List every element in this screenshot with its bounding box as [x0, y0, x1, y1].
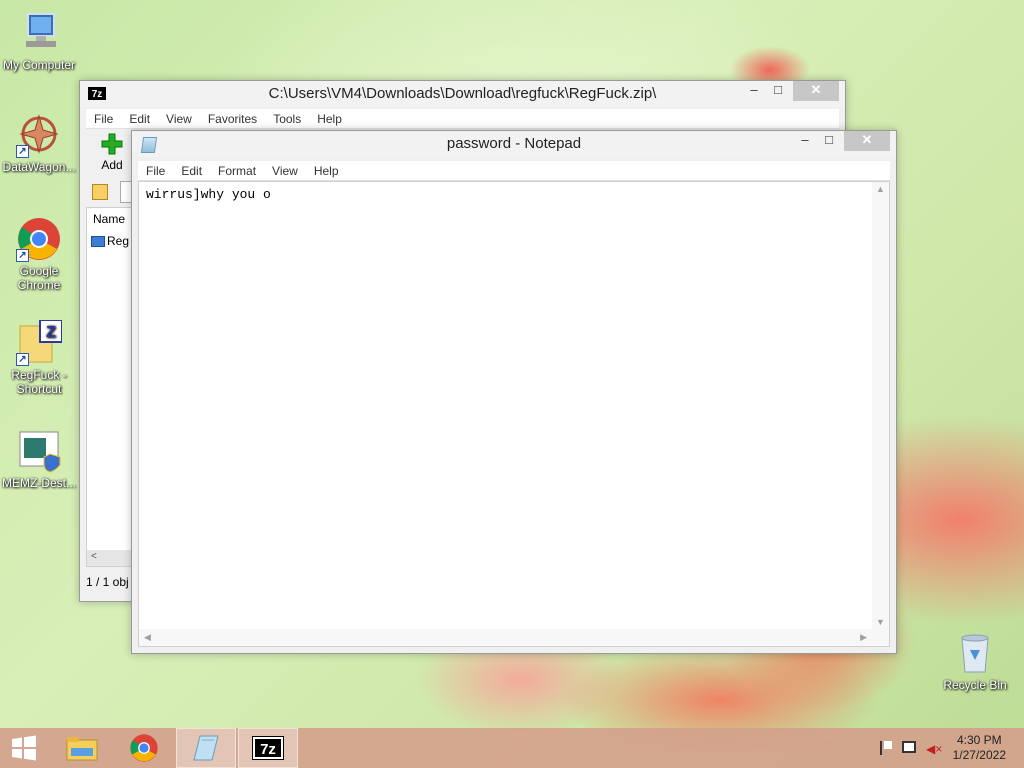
- desktop-icon-chrome[interactable]: ↗ Google Chrome: [0, 216, 78, 292]
- scroll-right-icon[interactable]: ▶: [860, 632, 867, 643]
- taskbar-file-explorer[interactable]: [52, 728, 112, 768]
- system-tray: ◀× 4:30 PM 1/27/2022: [864, 728, 1024, 768]
- up-folder-icon[interactable]: [92, 184, 108, 200]
- taskbar-7zip[interactable]: 7z: [238, 728, 298, 768]
- plus-icon: [101, 133, 123, 155]
- shortcut-arrow-icon: ↗: [16, 249, 29, 262]
- menu-favorites[interactable]: Favorites: [200, 112, 265, 126]
- notepad-text-area[interactable]: wirrus]why you o ▲ ▼ ◀ ▶: [138, 181, 890, 647]
- clock[interactable]: 4:30 PM 1/27/2022: [953, 733, 1006, 763]
- menu-help[interactable]: Help: [309, 112, 350, 126]
- notepad-window-title: password - Notepad: [446, 135, 582, 152]
- notepad-window[interactable]: password - Notepad – □ ✕ File Edit Forma…: [131, 130, 897, 654]
- close-button[interactable]: ✕: [844, 131, 890, 151]
- menu-view[interactable]: View: [158, 112, 200, 126]
- svg-text:Z: Z: [46, 324, 56, 341]
- desktop-icon-recycle-bin[interactable]: Recycle Bin: [936, 630, 1014, 692]
- file-explorer-icon: [66, 737, 98, 761]
- recycle-bin-icon: [952, 630, 998, 676]
- scroll-down-icon[interactable]: ▼: [876, 617, 885, 627]
- notepad-menubar: File Edit Format View Help: [138, 161, 890, 181]
- desktop-icon-label: MEMZ-Dest...: [2, 476, 76, 490]
- menu-tools[interactable]: Tools: [265, 112, 309, 126]
- notepad-titlebar[interactable]: password - Notepad – □ ✕: [132, 131, 896, 157]
- volume-muted-icon[interactable]: ◀×: [926, 742, 942, 756]
- start-icon: [12, 735, 36, 761]
- menu-edit[interactable]: Edit: [173, 164, 210, 178]
- menu-format[interactable]: Format: [210, 164, 264, 178]
- memz-icon: [16, 428, 62, 474]
- desktop-icon-memz[interactable]: MEMZ-Dest...: [0, 428, 78, 490]
- clock-time: 4:30 PM: [956, 733, 1002, 747]
- registry-file-icon: [91, 235, 105, 247]
- desktop-icon-label: Recycle Bin: [943, 678, 1007, 692]
- taskbar: 7z ◀× 4:30 PM 1/27/2022: [0, 728, 1024, 768]
- file-name: Reg: [107, 234, 130, 248]
- minimize-button[interactable]: –: [794, 131, 816, 151]
- menu-edit[interactable]: Edit: [121, 112, 158, 126]
- vertical-scrollbar[interactable]: ▲ ▼: [872, 182, 889, 629]
- desktop-icon-label: My Computer: [2, 58, 76, 72]
- 7zip-icon: 7z: [252, 736, 284, 760]
- shortcut-arrow-icon: ↗: [16, 145, 29, 158]
- chrome-icon: ↗: [16, 216, 62, 262]
- 7zip-titlebar[interactable]: 7z C:\Users\VM4\Downloads\Download\regfu…: [80, 81, 845, 107]
- notepad-content[interactable]: wirrus]why you o: [146, 187, 271, 202]
- menu-view[interactable]: View: [264, 164, 306, 178]
- taskbar-chrome[interactable]: [114, 728, 174, 768]
- scroll-left-icon[interactable]: ◀: [144, 632, 151, 643]
- maximize-button[interactable]: □: [767, 81, 789, 101]
- add-label: Add: [101, 158, 123, 172]
- action-center-flag-icon[interactable]: [880, 741, 892, 755]
- regfuck-icon: Z ↗: [16, 319, 63, 366]
- shortcut-arrow-icon: ↗: [16, 353, 29, 366]
- close-button[interactable]: ✕: [793, 81, 839, 101]
- horizontal-scrollbar[interactable]: ◀ ▶: [139, 629, 889, 646]
- add-button[interactable]: Add: [94, 133, 130, 172]
- maximize-button[interactable]: □: [818, 131, 840, 151]
- computer-icon: [16, 10, 62, 56]
- scroll-left-icon[interactable]: <: [91, 551, 97, 562]
- clock-date: 1/27/2022: [952, 748, 1006, 762]
- menu-help[interactable]: Help: [306, 164, 347, 178]
- taskbar-notepad[interactable]: [176, 728, 236, 768]
- minimize-button[interactable]: –: [743, 81, 765, 101]
- menu-file[interactable]: File: [86, 112, 121, 126]
- file-row[interactable]: Reg: [91, 234, 129, 248]
- notepad-icon: [193, 735, 219, 761]
- menu-file[interactable]: File: [138, 164, 173, 178]
- column-header-name[interactable]: Name: [93, 212, 125, 226]
- desktop-icon-regfuck[interactable]: Z ↗ RegFuck - Shortcut: [0, 319, 78, 396]
- scroll-up-icon[interactable]: ▲: [876, 184, 885, 194]
- 7zip-window-title: C:\Users\VM4\Downloads\Download\regfuck\…: [268, 85, 657, 102]
- desktop-icon-label: RegFuck - Shortcut: [11, 368, 67, 396]
- desktop-icon-label: Google Chrome: [17, 264, 61, 292]
- desktop-icon-label: DataWagon...: [2, 160, 76, 174]
- network-icon[interactable]: [902, 741, 916, 753]
- start-button[interactable]: [0, 728, 48, 768]
- 7zip-status: 1 / 1 obj: [86, 575, 129, 589]
- 7zip-menubar: File Edit View Favorites Tools Help: [86, 109, 839, 129]
- desktop-icon-datawagon[interactable]: ↗ DataWagon...: [0, 112, 78, 174]
- desktop-icon-my-computer[interactable]: My Computer: [0, 10, 78, 72]
- datawagon-icon: ↗: [16, 112, 62, 158]
- chrome-icon: [130, 734, 158, 762]
